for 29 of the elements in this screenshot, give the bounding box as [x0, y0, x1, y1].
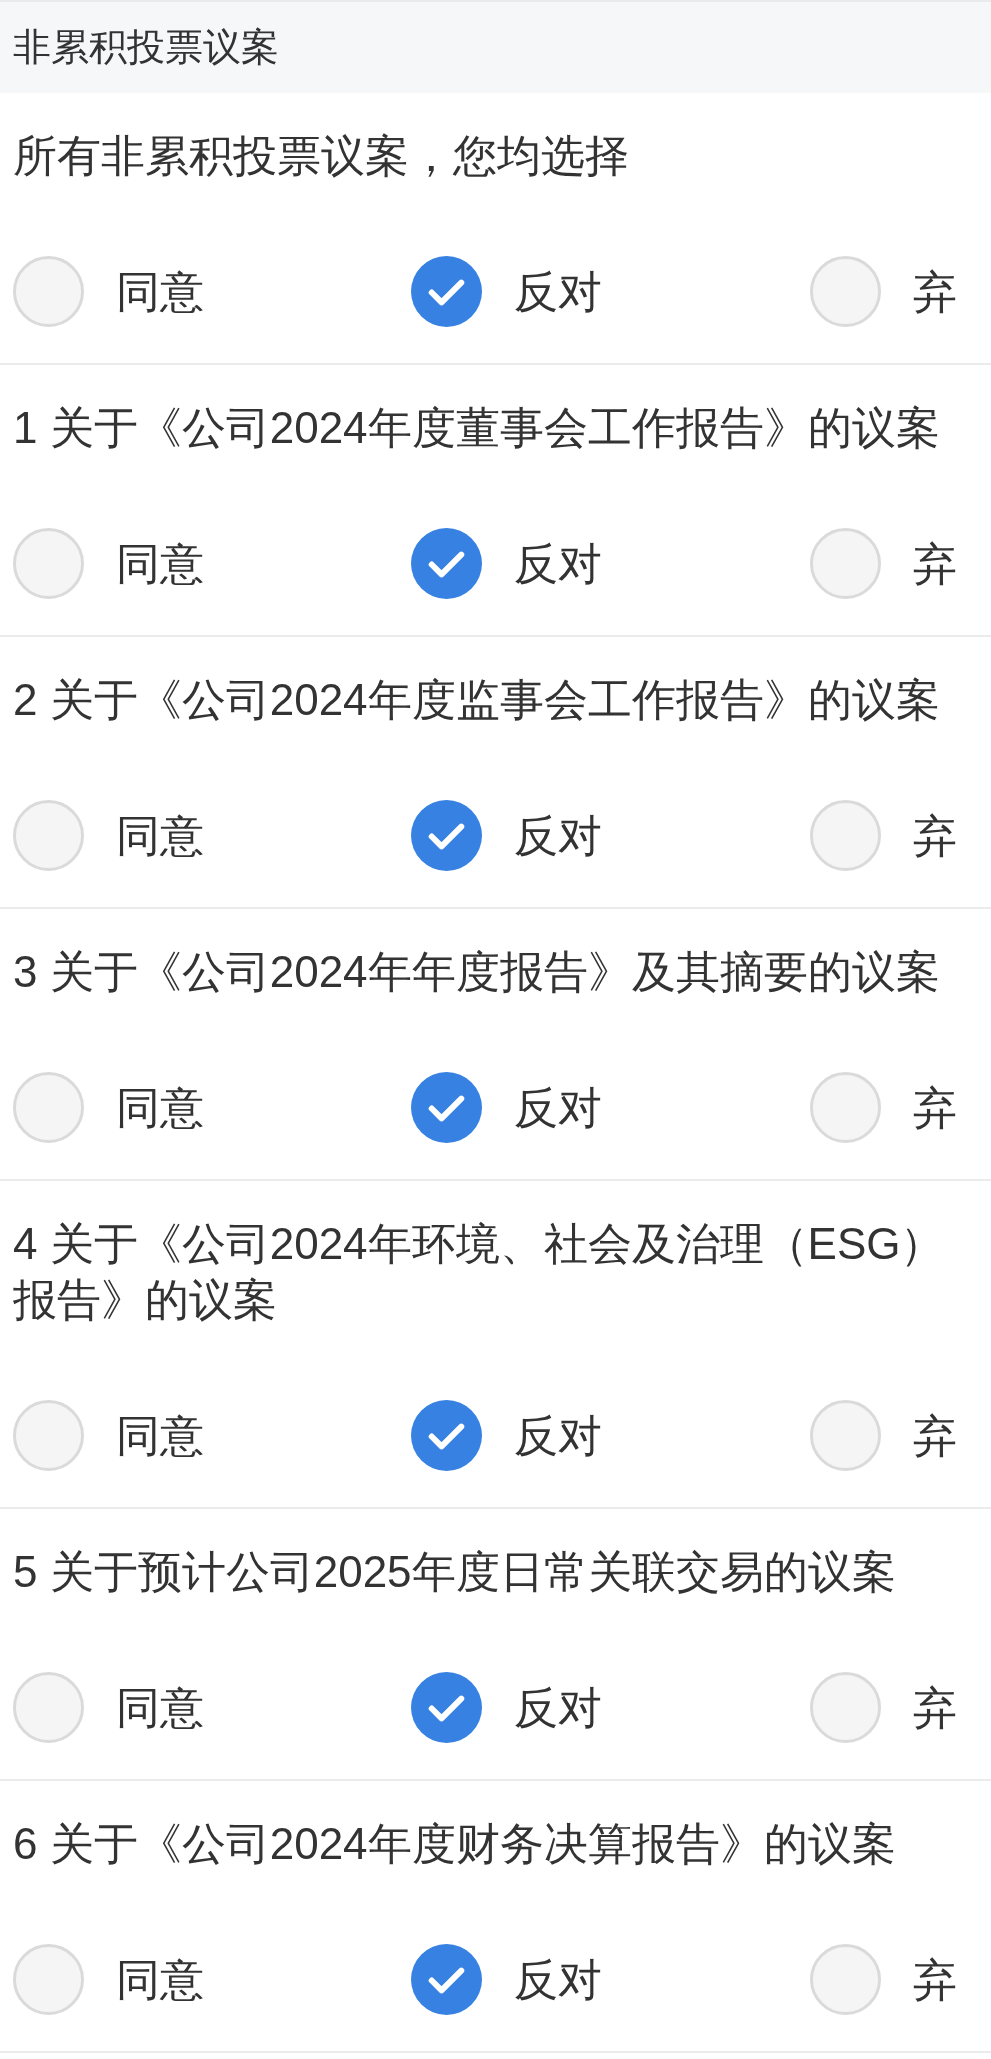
radio-option[interactable]: 反对 [411, 1672, 602, 1743]
radio-option[interactable]: 弃 [810, 1400, 957, 1471]
radio-option[interactable]: 同意 [13, 1400, 204, 1471]
radio-option[interactable]: 同意 [13, 1072, 204, 1143]
radio-option[interactable]: 弃 [810, 1072, 957, 1143]
radio-option[interactable]: 弃 [810, 1672, 957, 1743]
proposal-title: 5 关于预计公司2025年度日常关联交易的议案 [13, 1546, 897, 1598]
radio-option[interactable]: 反对 [411, 256, 602, 327]
radio-option[interactable]: 弃 [810, 528, 957, 599]
radio-option[interactable]: 反对 [411, 528, 602, 599]
proposal-title: 4 关于《公司2024年环境、社会及治理（ESG）报告》的议案 [13, 1218, 946, 1326]
proposal-title: 6 关于《公司2024年度财务决算报告》的议案 [13, 1818, 897, 1870]
radio-option[interactable]: 同意 [13, 800, 204, 871]
radio-option[interactable]: 弃 [810, 1944, 957, 2015]
radio-option[interactable]: 反对 [411, 1944, 602, 2015]
radio-option[interactable]: 弃 [810, 800, 957, 871]
radio-option[interactable]: 同意 [13, 256, 204, 327]
proposal-title: 1 关于《公司2024年度董事会工作报告》的议案 [13, 402, 941, 454]
radio-option[interactable]: 同意 [13, 1672, 204, 1743]
section-header: 非累积投票议案 [0, 0, 991, 93]
radio-option[interactable]: 同意 [13, 1944, 204, 2015]
proposal-title: 2 关于《公司2024年度监事会工作报告》的议案 [13, 674, 941, 726]
radio-option[interactable]: 反对 [411, 1072, 602, 1143]
radio-option[interactable]: 反对 [411, 800, 602, 871]
radio-option[interactable]: 同意 [13, 528, 204, 599]
radio-option[interactable]: 反对 [411, 1400, 602, 1471]
proposal-title: 所有非累积投票议案，您均选择 [13, 130, 630, 182]
radio-option[interactable]: 弃 [810, 256, 957, 327]
proposal-title: 3 关于《公司2024年年度报告》及其摘要的议案 [13, 946, 941, 998]
